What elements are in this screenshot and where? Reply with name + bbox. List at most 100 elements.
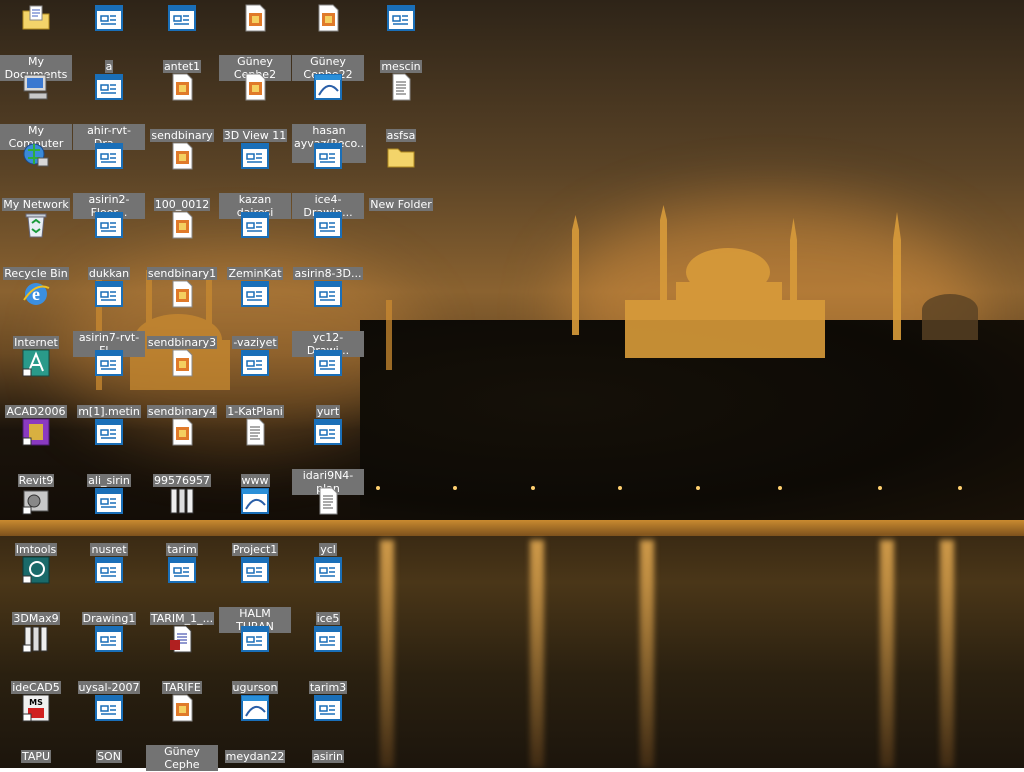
- desktop-icon-my-computer[interactable]: My Computer: [0, 71, 72, 150]
- dwf-file-icon: [239, 485, 271, 517]
- autocad-drawing-icon: [312, 554, 344, 586]
- autocad-drawing-icon: [166, 2, 198, 34]
- desktop-icon-my-documents[interactable]: My Documents: [0, 2, 72, 81]
- computer-icon: [20, 71, 52, 103]
- autocad-drawing-icon: [312, 692, 344, 724]
- desktop-icon-new-folder[interactable]: New Folder: [365, 140, 437, 211]
- desktop-icon-www[interactable]: www: [219, 416, 291, 487]
- desktop-icon-tarim-1[interactable]: TARIM_1_...: [146, 554, 218, 625]
- desktop-icon-label: SON: [96, 750, 122, 763]
- image-file-icon: [166, 71, 198, 103]
- desktop-icon-asirin8-3d[interactable]: asirin8-3D...: [292, 209, 364, 280]
- desktop-icon-ycl[interactable]: ycl: [292, 485, 364, 556]
- desktop-icon-asirin2-floor[interactable]: asirin2-Floor...: [73, 140, 145, 219]
- desktop-icon-label: TAPU: [20, 750, 52, 763]
- desktop-icon-sendbinary4[interactable]: sendbinary4: [146, 347, 218, 418]
- idecad-shortcut-icon: [20, 623, 52, 655]
- tools-shortcut-icon: [20, 485, 52, 517]
- desktop-icon-yurt[interactable]: yurt: [292, 347, 364, 418]
- autocad-drawing-icon: [93, 2, 125, 34]
- desktop-icon-project1[interactable]: Project1: [219, 485, 291, 556]
- image-file-icon: [166, 692, 198, 724]
- autocad-drawing-icon: [93, 485, 125, 517]
- desktop-icon-sendbinary[interactable]: sendbinary: [146, 71, 218, 142]
- desktop-icon-ice5[interactable]: ice5: [292, 554, 364, 625]
- desktop-icon-label: meydan22: [224, 750, 286, 763]
- autocad-drawing-icon: [93, 278, 125, 310]
- desktop-icon-ali-sirin[interactable]: ali_sirin: [73, 416, 145, 487]
- desktop-icon-nusret[interactable]: nusret: [73, 485, 145, 556]
- desktop-icon-dukkan[interactable]: dukkan: [73, 209, 145, 280]
- desktop-icon-acad2006[interactable]: ACAD2006: [0, 347, 72, 418]
- desktop-icon-label: New Folder: [369, 198, 433, 211]
- desktop-icon-uysal-2007[interactable]: uysal-2007: [73, 623, 145, 694]
- desktop-icon-ugurson[interactable]: ugurson: [219, 623, 291, 694]
- desktop-icon-100-0012[interactable]: 100_0012: [146, 140, 218, 211]
- autocad-drawing-icon: [312, 278, 344, 310]
- desktop-icon-zeminkat[interactable]: ZeminKat: [219, 209, 291, 280]
- desktop-icon-ahir-rvt[interactable]: ahir-rvt-Dra...: [73, 71, 145, 150]
- autocad-drawing-icon: [312, 623, 344, 655]
- desktop-icon-ice4-drawing[interactable]: ice4-Drawin...: [292, 140, 364, 219]
- my-documents-icon: [20, 2, 52, 34]
- desktop-icon-vaziyet[interactable]: -vaziyet: [219, 278, 291, 349]
- text-file-icon: [385, 71, 417, 103]
- autocad-drawing-icon: [312, 140, 344, 172]
- autocad-drawing-icon: [93, 347, 125, 379]
- autocad-drawing-icon: [312, 209, 344, 241]
- desktop-icon-m1-metin[interactable]: m[1].metin: [73, 347, 145, 418]
- autocad-drawing-icon: [166, 554, 198, 586]
- image-file-icon: [239, 71, 271, 103]
- desktop-icon-mescin[interactable]: mescin: [365, 2, 437, 73]
- desktop-icon-guney-cephe2[interactable]: Güney Cephe2: [219, 2, 291, 81]
- desktop-icon-son[interactable]: SON: [73, 692, 145, 763]
- text-file-icon: [239, 416, 271, 448]
- desktop-icon-tapu[interactable]: MS TAPU: [0, 692, 72, 763]
- desktop-icon-3d-view-11[interactable]: 3D View 11: [219, 71, 291, 142]
- desktop-icon-sendbinary1[interactable]: sendbinary1: [146, 209, 218, 280]
- desktop-icon-asirin7-rvt[interactable]: asirin7-rvt-Fl...: [73, 278, 145, 357]
- desktop-icon-hasan-ayvaz[interactable]: hasan ayvaz(Reco...: [292, 71, 366, 163]
- desktop-icon-a[interactable]: a: [73, 2, 145, 73]
- desktop-icon-tarim[interactable]: tarim: [146, 485, 218, 556]
- desktop-icon-asfsa[interactable]: asfsa: [365, 71, 437, 142]
- desktop-icon-internet[interactable]: e Internet: [0, 278, 72, 349]
- autocad-drawing-icon: [312, 347, 344, 379]
- desktop-icon-3dmax9[interactable]: 3DMax9: [0, 554, 72, 625]
- dwf-file-icon: [312, 71, 344, 103]
- autocad-drawing-icon: [239, 554, 271, 586]
- autocad-drawing-icon: [385, 2, 417, 34]
- folder-icon: [385, 140, 417, 172]
- 3dsmax-shortcut-icon: [20, 554, 52, 586]
- desktop-icon-halm-turan[interactable]: HALM TURAN: [219, 554, 291, 633]
- document-icon: [166, 623, 198, 655]
- desktop-icon-tarife[interactable]: TARIFE: [146, 623, 218, 694]
- desktop-icon-idari9n4-plan[interactable]: idari9N4-plan: [292, 416, 364, 495]
- desktop-icon-revit9[interactable]: Revit9: [0, 416, 72, 487]
- desktop-icon-meydan22[interactable]: meydan22: [219, 692, 291, 763]
- desktop-icon-yc12-drawing[interactable]: yc12-Drawi...: [292, 278, 364, 357]
- desktop-icon-imtools[interactable]: Imtools: [0, 485, 72, 556]
- desktop-icon-my-network[interactable]: My Network: [0, 140, 72, 211]
- desktop-icon-guney-cephe[interactable]: Güney Cephe: [146, 692, 218, 771]
- desktop-icon-kazan-dairesi[interactable]: kazan dairesi: [219, 140, 291, 219]
- desktop-icon-idecad5[interactable]: ideCAD5: [0, 623, 72, 694]
- autocad-drawing-icon: [312, 416, 344, 448]
- desktop-icon-99576957[interactable]: 99576957: [146, 416, 218, 487]
- desktop-icon-recycle-bin[interactable]: Recycle Bin: [0, 209, 72, 280]
- autocad-drawing-icon: [239, 347, 271, 379]
- desktop-icon-label: asirin: [311, 750, 345, 763]
- ms-project-icon: MS: [20, 692, 52, 724]
- desktop-icon-antet1[interactable]: antet1: [146, 2, 218, 73]
- dwf-file-icon: [239, 692, 271, 724]
- desktop-icon-sendbinary3[interactable]: sendbinary3: [146, 278, 218, 349]
- internet-explorer-icon: e: [20, 278, 52, 310]
- desktop-icon-asirin[interactable]: asirin: [292, 692, 364, 763]
- image-file-icon: [312, 2, 344, 34]
- desktop-icon-guney-cephe22[interactable]: Güney Cephe22: [292, 2, 364, 81]
- image-file-icon: [166, 209, 198, 241]
- network-icon: [20, 140, 52, 172]
- desktop-icon-drawing1[interactable]: Drawing1: [73, 554, 145, 625]
- desktop-icon-1-katplani[interactable]: 1-KatPlani: [219, 347, 291, 418]
- desktop-icon-tarim3[interactable]: tarim3: [292, 623, 364, 694]
